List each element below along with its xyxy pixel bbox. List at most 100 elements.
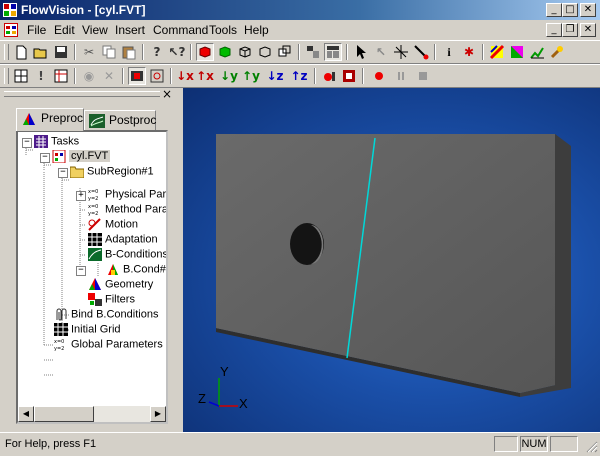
- exclamation-icon[interactable]: !: [32, 67, 50, 85]
- frame-icon[interactable]: [128, 67, 146, 85]
- refresh-icon[interactable]: ◉: [80, 67, 98, 85]
- resize-grip-icon[interactable]: [586, 441, 598, 453]
- tree-node-adaptation[interactable]: Adaptation: [88, 233, 158, 246]
- cancel-icon[interactable]: ✕: [100, 67, 118, 85]
- view-plus-y-button[interactable]: ↑y: [242, 67, 260, 85]
- select-icon[interactable]: ↖: [372, 43, 390, 61]
- axis-label: ↑y: [242, 69, 260, 83]
- scroll-right-icon[interactable]: ▶: [150, 406, 166, 422]
- mdi-close-button[interactable]: ✕: [580, 23, 596, 37]
- tree-node-global-parameters[interactable]: x=0 y=2 Global Parameters: [54, 338, 163, 351]
- chart-icon[interactable]: [528, 43, 546, 61]
- pointer-icon[interactable]: [352, 43, 370, 61]
- menu-help[interactable]: Help: [244, 23, 269, 37]
- tab-preproc[interactable]: Preproc: [16, 108, 84, 131]
- document-icon[interactable]: [4, 23, 18, 37]
- target-icon[interactable]: [148, 67, 166, 85]
- project-panel: × Preproc Postproc − − − + − Tasks cyl.F…: [0, 87, 180, 432]
- menu-file[interactable]: File: [27, 23, 46, 37]
- tree-node-b-conditions[interactable]: B-Conditions: [88, 248, 166, 261]
- view-plus-z-button[interactable]: ↑z: [290, 67, 308, 85]
- collapse-bconditions-toggle[interactable]: −: [76, 266, 86, 276]
- tree-horizontal-scrollbar[interactable]: ◀ ▶: [18, 406, 166, 422]
- maximize-button[interactable]: □: [562, 3, 578, 17]
- view-plus-x-button[interactable]: ↑x: [196, 67, 214, 85]
- info-icon[interactable]: i: [440, 43, 458, 61]
- tree-node-method-parameters[interactable]: x=0y=2Method Parameters: [88, 203, 166, 216]
- tree-node-filters[interactable]: Filters: [88, 293, 135, 306]
- stop-icon[interactable]: [414, 67, 432, 85]
- record-step-icon[interactable]: [320, 67, 338, 85]
- probe-icon[interactable]: [412, 43, 430, 61]
- tree-node-project[interactable]: cyl.FVT: [52, 150, 111, 163]
- minimize-button[interactable]: _: [546, 3, 562, 17]
- toolbar-grip[interactable]: [4, 68, 9, 84]
- svg-text:y=2: y=2: [54, 346, 64, 351]
- menu-command[interactable]: Command: [153, 23, 208, 37]
- palette-icon[interactable]: [488, 43, 506, 61]
- pause-icon[interactable]: [392, 67, 410, 85]
- cube-outline-icon[interactable]: [256, 43, 274, 61]
- tree-node-initial-grid[interactable]: Initial Grid: [54, 323, 121, 336]
- move-axes-icon[interactable]: [392, 43, 410, 61]
- scroll-thumb[interactable]: [34, 406, 94, 422]
- tree-node-bind-bconditions[interactable]: Bind B.Conditions: [54, 308, 158, 321]
- tree-node-geometry[interactable]: Geometry: [88, 278, 153, 291]
- axis-label: ↓z: [266, 69, 284, 83]
- color-fill-icon[interactable]: [508, 43, 526, 61]
- new-file-icon[interactable]: [12, 43, 30, 61]
- debug-icon[interactable]: ✱: [460, 43, 478, 61]
- mdi-restore-button[interactable]: ❐: [562, 23, 578, 37]
- view-minus-x-button[interactable]: ↓x: [176, 67, 194, 85]
- toolbar-grip[interactable]: [4, 44, 9, 60]
- panel-close-icon[interactable]: ×: [162, 87, 174, 101]
- record-icon[interactable]: [370, 67, 388, 85]
- menu-edit[interactable]: Edit: [54, 23, 75, 37]
- status-panel-caps: [494, 436, 518, 452]
- scroll-left-icon[interactable]: ◀: [18, 406, 34, 422]
- record-frame-icon[interactable]: [340, 67, 358, 85]
- cut-icon[interactable]: ✂: [80, 43, 98, 61]
- cube-wire-icon[interactable]: [236, 43, 254, 61]
- open-folder-icon[interactable]: [32, 43, 50, 61]
- postproc-tab-icon: [89, 114, 105, 128]
- menu-insert[interactable]: Insert: [115, 23, 145, 37]
- paste-icon[interactable]: [120, 43, 138, 61]
- help-icon[interactable]: ?: [148, 43, 166, 61]
- motion-icon: [88, 218, 101, 231]
- cube-green-icon[interactable]: [216, 43, 234, 61]
- layout-1-icon[interactable]: [304, 43, 322, 61]
- cube-dual-icon[interactable]: [276, 43, 294, 61]
- layout-2-icon[interactable]: [324, 43, 342, 61]
- grid-icon[interactable]: [12, 67, 30, 85]
- cube-red-icon[interactable]: [196, 43, 214, 61]
- mdi-minimize-button[interactable]: _: [546, 23, 562, 37]
- viewport-scene: X Y Z: [198, 134, 571, 411]
- tree-node-tasks[interactable]: Tasks: [34, 135, 79, 148]
- initial-grid-icon: [54, 323, 68, 336]
- grid-split-icon[interactable]: [52, 67, 70, 85]
- view-minus-z-button[interactable]: ↓z: [266, 67, 284, 85]
- save-icon[interactable]: [52, 43, 70, 61]
- axis-label: ↓y: [220, 69, 238, 83]
- menu-view[interactable]: View: [82, 23, 108, 37]
- close-button[interactable]: ✕: [580, 3, 596, 17]
- tab-postproc[interactable]: Postproc: [84, 110, 156, 130]
- svg-text:y=2: y=2: [88, 196, 98, 201]
- collapse-subregion-toggle[interactable]: −: [58, 168, 68, 178]
- expand-physical-toggle[interactable]: +: [76, 191, 86, 201]
- xy-equation-icon: x=0y=2: [54, 339, 64, 351]
- panel-grip[interactable]: [4, 91, 160, 97]
- tree-node-physical-parameters[interactable]: x=0y=2Physical Parameters: [88, 188, 166, 201]
- context-help-icon[interactable]: ↖?: [168, 43, 186, 61]
- menu-tools[interactable]: Tools: [209, 23, 237, 37]
- tree-node-subregion[interactable]: SubRegion#1: [70, 165, 154, 178]
- collapse-tasks-toggle[interactable]: −: [22, 138, 32, 148]
- tree-node-bcond-1[interactable]: B.Cond#1: [106, 263, 166, 276]
- copy-icon[interactable]: [100, 43, 118, 61]
- wrench-icon[interactable]: [548, 43, 566, 61]
- tree-node-motion[interactable]: Motion: [88, 218, 138, 231]
- view-minus-y-button[interactable]: ↓y: [220, 67, 238, 85]
- 3d-viewport[interactable]: X Y Z: [183, 88, 600, 432]
- collapse-project-toggle[interactable]: −: [40, 153, 50, 163]
